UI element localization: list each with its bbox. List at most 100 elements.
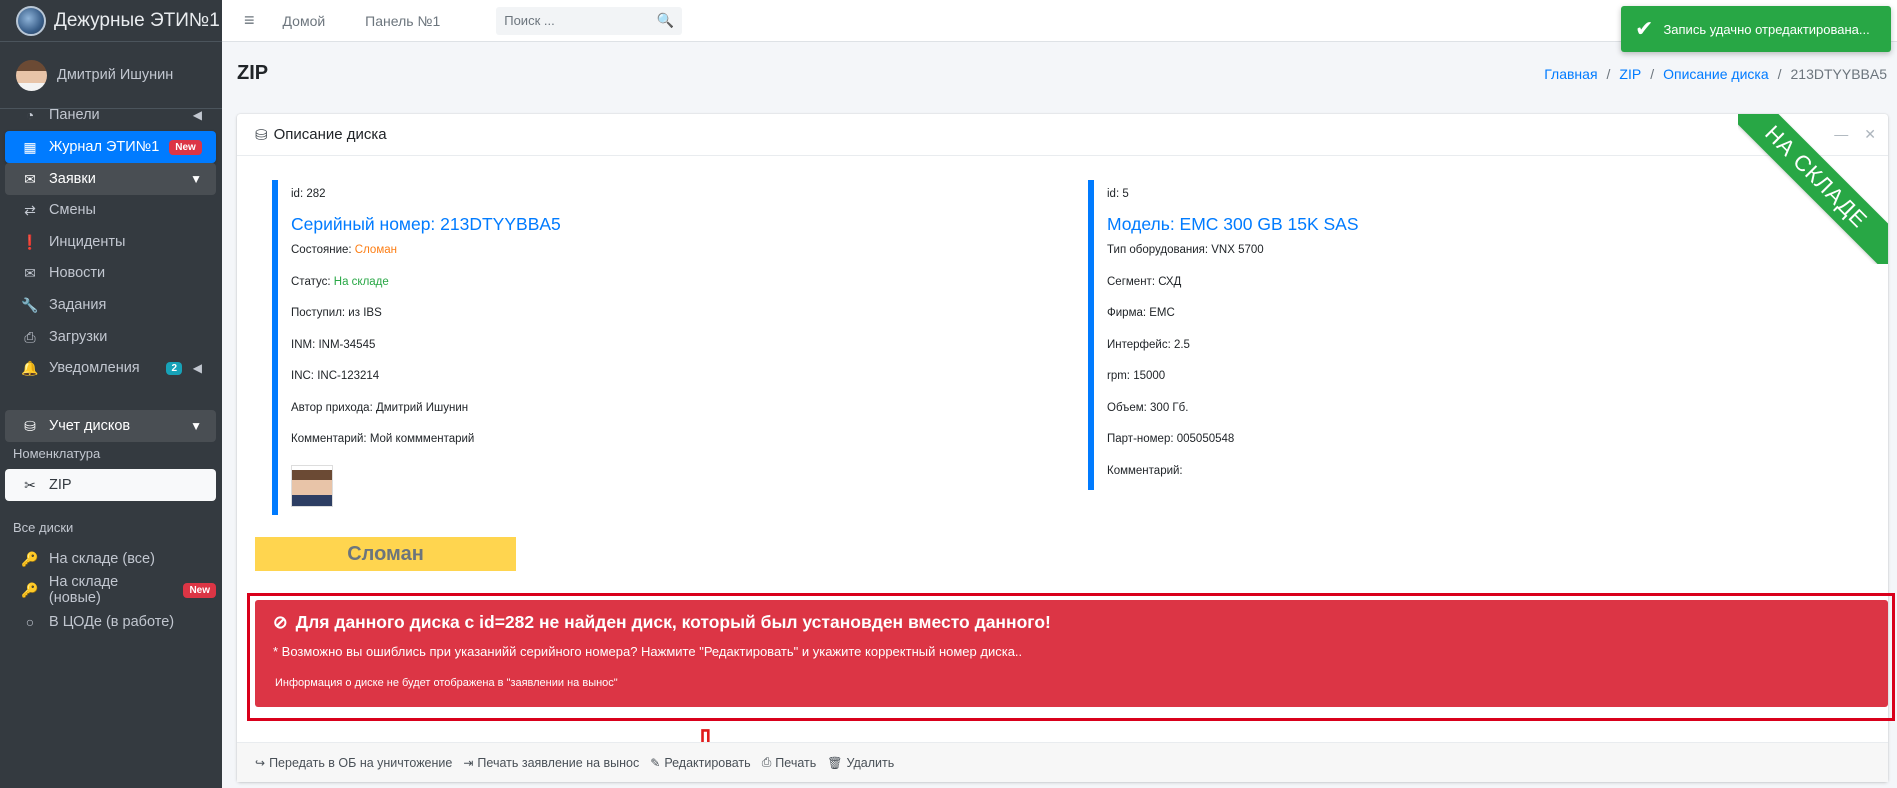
- sidebar-item-news[interactable]: ✉ Новости: [5, 257, 216, 289]
- model-rpm: rpm: 15000: [1107, 370, 1166, 382]
- model-equip-type: Тип оборудования: VNX 5700: [1107, 244, 1264, 256]
- disk-comment: Комментарий: Мой коммментарий: [291, 433, 475, 445]
- inbox-icon: ✉: [24, 170, 36, 187]
- breadcrumb: Главная / ZIP / Описание диска/213DTYYBBA5: [1544, 66, 1887, 82]
- sidebar-item-label: На складе (все): [49, 551, 155, 567]
- sidebar-item-label: Инциденты: [49, 234, 126, 250]
- breadcrumb-current: 213DTYYBBA5: [1790, 66, 1888, 82]
- search-placeholder: Поиск ...: [504, 13, 555, 28]
- sidebar-item-label: Заявки: [49, 171, 96, 187]
- grid-icon: ▦: [23, 138, 37, 155]
- sidebar-item-label: ZIP: [49, 477, 72, 493]
- sidebar-item-disk-accounting[interactable]: ⛁ Учет дисков ▼: [5, 410, 216, 442]
- print-link[interactable]: ⎙ Печать: [762, 755, 817, 770]
- sidebar-item-label: На складе (новые): [48, 574, 119, 606]
- edit-link[interactable]: ✎ Редактировать: [650, 756, 750, 770]
- disk-author: Автор прихода: Дмитрий Ишунин: [291, 401, 469, 414]
- model-vendor: Фирма: EMC: [1107, 307, 1175, 319]
- new-badge: New: [183, 582, 216, 598]
- nav-link-home[interactable]: Домой: [283, 13, 326, 29]
- author-photo[interactable]: [291, 464, 333, 507]
- sidebar-item-incidents[interactable]: ❗ Инциденты: [5, 226, 216, 258]
- sidebar-item-stock-all[interactable]: 🔑 На складе (все): [5, 543, 216, 575]
- sidebar-item-in-dc[interactable]: ○ В ЦОДе (в работе): [5, 606, 216, 638]
- file-upload-icon: ⎙: [24, 328, 36, 345]
- alert-title: ⊘ Для данного диска с id=282 не найден ди…: [273, 612, 1051, 632]
- disk-info: id: 282 Серийный номер: 213DTYYBBA5 Сост…: [272, 180, 972, 515]
- page-title: ZIP: [237, 62, 269, 84]
- broken-status-badge: Сломан: [255, 537, 516, 571]
- breadcrumb-home[interactable]: Главная: [1544, 66, 1597, 82]
- disk-serial: Серийный номер: 213DTYYBBA5: [291, 214, 561, 234]
- nav-header-nomenclature: Номенклатура: [13, 446, 101, 461]
- exchange-icon: ⇄: [24, 201, 36, 218]
- model-volume: Объем: 300 Гб.: [1107, 401, 1189, 414]
- chevron-down-icon: ▼: [190, 419, 202, 433]
- print-removal-link[interactable]: ⇥ Печать заявление на вынос: [463, 756, 639, 770]
- sidebar-item-label: В ЦОДе (в работе): [49, 614, 175, 630]
- state-value: Сломан: [354, 244, 397, 256]
- sidebar: Дежурные ЭТИ№1 Дмитрий Ишунин ◔ Панели ◀…: [0, 0, 222, 788]
- sidebar-item-panels[interactable]: ◔ Панели ◀: [5, 99, 216, 131]
- delete-link[interactable]: 🗑 Удалить: [827, 756, 894, 770]
- sidebar-item-label: Панели: [49, 107, 100, 123]
- card-header: ⛁ Описание диска: [237, 114, 1888, 156]
- transfer-destroy-link[interactable]: ↪ Передать в ОБ на уничтожение: [255, 756, 452, 770]
- model-interface: Интерфейс: 2.5: [1107, 338, 1190, 351]
- bell-icon: 🔔: [21, 359, 39, 376]
- sign-out-icon: ⇥: [463, 755, 474, 770]
- check-icon: ✔: [1635, 16, 1654, 41]
- sidebar-item-uploads[interactable]: ⎙ Загрузки: [5, 321, 216, 353]
- user-name: Дмитрий Ишунин: [57, 67, 174, 83]
- breadcrumb-zip[interactable]: ZIP: [1619, 66, 1641, 82]
- envelope-open-icon: ✉: [24, 264, 36, 281]
- key-icon: 🔑: [21, 581, 39, 598]
- menu-toggle-icon[interactable]: ≡: [244, 10, 255, 31]
- disk-status: Статус: На складе: [291, 275, 389, 288]
- alert-note: Информация о диске не будет отображена в…: [275, 677, 618, 689]
- sidebar-item-shifts[interactable]: ⇄ Смены: [5, 194, 216, 226]
- error-alert: ⊘ Для данного диска с id=282 не найден ди…: [255, 600, 1888, 707]
- zip-icon: ✂: [24, 476, 36, 493]
- dashboard-icon: ◔: [25, 107, 35, 123]
- alert-subtitle: * Возможно вы ошиблись при указанийй сер…: [273, 644, 1023, 659]
- sidebar-item-label: Учет дисков: [49, 418, 131, 434]
- chevron-left-icon: ◀: [192, 361, 202, 375]
- breadcrumb-disk-description[interactable]: Описание диска: [1663, 66, 1769, 82]
- exclamation-icon: ❗: [21, 233, 39, 250]
- disk-inc: INC: INC-123214: [291, 370, 380, 382]
- print-icon: ⎙: [761, 755, 772, 769]
- sidebar-item-label: Уведомления: [49, 360, 140, 376]
- model-part: Парт-номер: 005050548: [1107, 433, 1235, 445]
- sidebar-item-tasks[interactable]: 🔧 Задания: [5, 289, 216, 321]
- sidebar-item-journal[interactable]: ▦ Журнал ЭТИ№1 New: [5, 131, 216, 163]
- sidebar-item-zip[interactable]: ✂ ZIP: [5, 469, 216, 501]
- brand-link[interactable]: Дежурные ЭТИ№1: [0, 0, 222, 42]
- search-icon[interactable]: 🔍: [657, 12, 674, 29]
- card-footer: ↪ Передать в ОБ на уничтожение ⇥ Печать за…: [237, 742, 1888, 782]
- sidebar-item-label: Журнал ЭТИ№1: [49, 139, 160, 155]
- search-input[interactable]: Поиск ... 🔍: [496, 6, 683, 35]
- disk-state: Состояние: Сломан: [291, 244, 397, 256]
- brand-title: Дежурные ЭТИ№1: [54, 9, 220, 31]
- sidebar-item-label: Смены: [49, 202, 96, 218]
- ban-icon: ⊘: [273, 612, 288, 632]
- success-toast[interactable]: ✔ Запись удачно отредактирована...: [1621, 6, 1891, 52]
- chevron-down-icon: ▼: [190, 172, 202, 186]
- edit-icon: ✎: [650, 755, 661, 770]
- new-badge: New: [169, 139, 202, 155]
- card-title: Описание диска: [273, 126, 387, 143]
- sidebar-item-label: Новости: [49, 265, 106, 281]
- sidebar-item-stock-new[interactable]: 🔑 На складе (новые) New: [5, 574, 216, 606]
- count-badge: 2: [166, 361, 182, 375]
- model-id: id: 5: [1107, 188, 1129, 200]
- avatar: [16, 59, 47, 91]
- brand-logo: [16, 5, 46, 36]
- sidebar-item-notifications[interactable]: 🔔 Уведомления 2 ◀: [5, 352, 216, 384]
- nav-link-panel[interactable]: Панель №1: [365, 13, 440, 29]
- status-value: На складе: [333, 275, 389, 288]
- trash-icon: 🗑: [827, 755, 843, 770]
- sidebar-item-requests[interactable]: ✉ Заявки ▼: [5, 163, 216, 195]
- model-comment: Комментарий:: [1107, 464, 1183, 477]
- toast-text: Запись удачно отредактирована...: [1663, 21, 1870, 37]
